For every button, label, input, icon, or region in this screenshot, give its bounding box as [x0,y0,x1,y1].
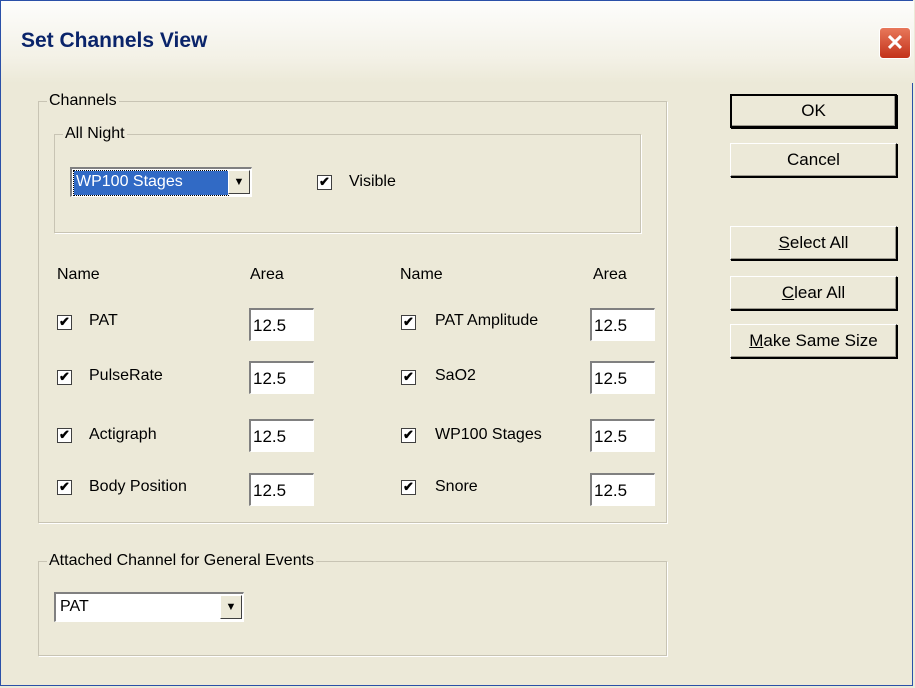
channel-label-pat-amplitude: PAT Amplitude [435,312,539,329]
close-icon[interactable]: ✕ [879,27,911,59]
right-area-header: Area [593,266,627,283]
make-same-size-button[interactable]: Make Same Size [730,324,897,358]
area-input-pulserate[interactable]: 12.5 [249,361,314,394]
clear-all-mnemonic: C [781,283,795,302]
channel-label-wp100-stages: WP100 Stages [435,426,542,443]
area-input-pat[interactable]: 12.5 [249,308,314,341]
channel-label-pat: PAT [89,312,118,329]
channel-checkbox-snore[interactable]: ✔ [401,480,416,495]
channels-group-label: Channels [47,91,119,111]
select-all-button[interactable]: Select All [730,226,897,260]
channel-checkbox-pat-amplitude[interactable]: ✔ [401,315,416,330]
all-night-combo-value: WP100 Stages [73,170,229,196]
area-input-actigraph[interactable]: 12.5 [249,419,314,452]
channel-checkbox-body-position[interactable]: ✔ [57,480,72,495]
clear-all-button[interactable]: Clear All [730,276,897,310]
area-input-pat-amplitude[interactable]: 12.5 [590,308,655,341]
channel-checkbox-pulserate[interactable]: ✔ [57,370,72,385]
attached-channel-combo[interactable]: PAT ▼ [54,592,244,622]
chevron-down-icon[interactable]: ▼ [228,170,250,194]
visible-checkbox[interactable]: ✔ [317,175,332,190]
left-area-header: Area [250,266,284,283]
select-all-label: elect All [789,233,849,252]
right-name-header: Name [400,266,443,283]
channel-checkbox-pat[interactable]: ✔ [57,315,72,330]
cancel-button[interactable]: Cancel [730,143,897,177]
all-night-channel-combo[interactable]: WP100 Stages ▼ [70,167,252,197]
make-same-size-label: ake Same Size [763,331,878,350]
clear-all-label: lear All [794,283,846,302]
left-name-header: Name [57,266,100,283]
visible-label: Visible [349,173,396,190]
title-bar[interactable]: Set Channels View ✕ [1,1,914,83]
attached-channel-label: Attached Channel for General Events [47,551,317,571]
channel-label-actigraph: Actigraph [89,426,157,443]
area-input-sao2[interactable]: 12.5 [590,361,655,394]
channel-label-body-position: Body Position [89,478,187,495]
channel-label-snore: Snore [435,478,478,495]
channel-label-pulserate: PulseRate [89,367,163,384]
channel-label-sao2: SaO2 [435,367,476,384]
chevron-down-icon[interactable]: ▼ [220,595,242,619]
make-same-size-mnemonic: M [749,331,764,350]
area-input-wp100-stages[interactable]: 12.5 [590,419,655,452]
area-input-body-position[interactable]: 12.5 [249,473,314,506]
all-night-label: All Night [63,124,127,144]
dialog-window: Set Channels View ✕ Channels All Night W… [0,0,914,686]
select-all-mnemonic: S [778,233,790,252]
channel-checkbox-wp100-stages[interactable]: ✔ [401,428,416,443]
channel-checkbox-actigraph[interactable]: ✔ [57,428,72,443]
window-title: Set Channels View [21,29,208,52]
channel-checkbox-sao2[interactable]: ✔ [401,370,416,385]
area-input-snore[interactable]: 12.5 [590,473,655,506]
attached-combo-value: PAT [60,598,89,615]
ok-button[interactable]: OK [730,94,897,128]
